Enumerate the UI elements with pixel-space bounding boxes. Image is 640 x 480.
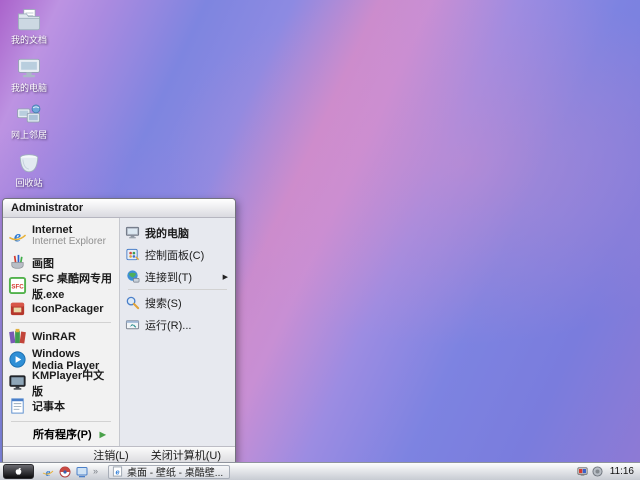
my-computer-icon (18, 58, 40, 78)
menu-item-label: 连接到(T) (145, 271, 193, 284)
kmplayer-icon (9, 375, 26, 390)
menu-separator (11, 322, 111, 323)
notepad-icon (11, 398, 24, 414)
menu-item-connect-to[interactable]: 连接到(T) ▶ (122, 266, 233, 287)
show-desktop-icon[interactable] (76, 466, 88, 478)
menu-item-label: 画图 (32, 257, 54, 270)
system-tray: 11:16 (577, 466, 637, 477)
network-places-icon (17, 104, 41, 123)
control-panel-icon (126, 248, 140, 261)
menu-item-label: 控制面板(C) (145, 249, 205, 262)
menu-item-control-panel[interactable]: 控制面板(C) (122, 244, 233, 265)
start-menu-user-name: Administrator (3, 199, 235, 218)
menu-item-label: WinRAR (32, 330, 76, 343)
desktop-icon-label: 我的电脑 (10, 83, 47, 93)
start-menu-left-column: e Internet Internet Explorer 画图 SFC SFC 桌… (3, 218, 119, 446)
taskbar: e » e 桌面 - 壁纸 - 桌酷壁... 11:16 (0, 462, 640, 480)
svg-text:e: e (14, 228, 21, 245)
my-computer-icon (125, 226, 140, 239)
start-menu: Administrator e Internet Internet Explore… (2, 198, 236, 464)
desktop-icon-label: 网上邻居 (10, 130, 47, 140)
menu-item-internet[interactable]: e Internet Internet Explorer (5, 221, 117, 251)
svg-text:e: e (115, 467, 119, 476)
search-icon (126, 296, 140, 310)
svg-text:SFC: SFC (11, 283, 24, 290)
media-player-icon[interactable] (59, 466, 71, 478)
desktop-icon-my-computer[interactable]: 我的电脑 (2, 54, 56, 93)
sfc-icon: SFC (8, 276, 27, 295)
submenu-arrow-icon: ▶ (222, 273, 228, 281)
start-menu-right-column: 我的电脑 控制面板(C) 连接到(T) ▶ 搜索(S) 运行(R)... (119, 218, 235, 446)
paint-icon (11, 254, 24, 269)
recycle-bin-icon (19, 154, 39, 173)
menu-item-sfc[interactable]: SFC SFC 桌酷网专用版.exe (5, 273, 117, 301)
log-off-button[interactable]: 注销(L) (93, 447, 128, 463)
winrar-icon (9, 328, 26, 344)
menu-separator (128, 289, 227, 290)
menu-item-label: 搜索(S) (145, 297, 182, 310)
all-programs-button[interactable]: 所有程序(P) ▶ (5, 424, 117, 444)
all-programs-arrow-icon: ▶ (99, 429, 106, 439)
all-programs-label: 所有程序(P) (33, 429, 92, 441)
menu-item-label: IconPackager (32, 302, 104, 315)
svg-text:e: e (46, 467, 51, 478)
windows-media-player-icon (9, 351, 26, 368)
menu-item-search[interactable]: 搜索(S) (122, 292, 233, 313)
internet-explorer-icon: e (9, 228, 27, 245)
internet-explorer-icon[interactable]: e (42, 466, 54, 478)
start-apple-logo-icon (15, 468, 22, 475)
display-settings-icon[interactable] (577, 466, 588, 477)
taskbar-window-button[interactable]: e 桌面 - 壁纸 - 桌酷壁... (108, 464, 231, 479)
desktop-icon-network-places[interactable]: 网上邻居 (2, 101, 56, 140)
start-button[interactable] (3, 464, 34, 479)
my-documents-icon (18, 9, 40, 31)
menu-item-run[interactable]: 运行(R)... (122, 314, 233, 335)
desktop: 我的文档 我的电脑 网上邻居 回收站 Administrator e Inter… (0, 0, 640, 480)
quick-launch-bar: e » (42, 466, 98, 478)
menu-item-label: 运行(R)... (145, 319, 192, 332)
desktop-icon-label: 我的文档 (10, 35, 47, 45)
menu-item-winrar[interactable]: WinRAR (5, 325, 117, 348)
connect-to-icon (127, 270, 140, 283)
menu-item-my-computer[interactable]: 我的电脑 (122, 222, 233, 243)
desktop-icon-recycle-bin[interactable]: 回收站 (2, 149, 56, 188)
menu-item-iconpackager[interactable]: IconPackager (5, 297, 117, 320)
menu-spacer (5, 417, 117, 419)
run-icon (125, 320, 140, 330)
internet-explorer-page-icon: e (112, 466, 123, 477)
desktop-icon-label: 回收站 (15, 178, 43, 188)
iconpackager-icon (10, 302, 25, 316)
shut-down-button[interactable]: 关闭计算机(U) (151, 447, 221, 463)
start-menu-body: e Internet Internet Explorer 画图 SFC SFC 桌… (3, 218, 235, 446)
menu-item-sublabel: Internet Explorer (32, 236, 106, 247)
menu-item-label: 记事本 (32, 400, 65, 413)
taskbar-window-button-label: 桌面 - 壁纸 - 桌酷壁... (127, 468, 224, 479)
menu-item-label: Internet (32, 224, 73, 236)
menu-separator (11, 421, 111, 422)
menu-item-kmplayer[interactable]: KMPlayer中文版 (5, 370, 117, 398)
volume-icon[interactable] (592, 466, 603, 477)
taskbar-clock[interactable]: 11:16 (610, 466, 634, 477)
menu-item-label: 我的电脑 (145, 227, 189, 240)
start-menu-footer: 注销(L) 关闭计算机(U) (3, 446, 235, 463)
desktop-icon-my-documents[interactable]: 我的文档 (2, 6, 56, 45)
menu-item-notepad[interactable]: 记事本 (5, 394, 117, 417)
chevron-right-icon[interactable]: » (93, 467, 98, 476)
